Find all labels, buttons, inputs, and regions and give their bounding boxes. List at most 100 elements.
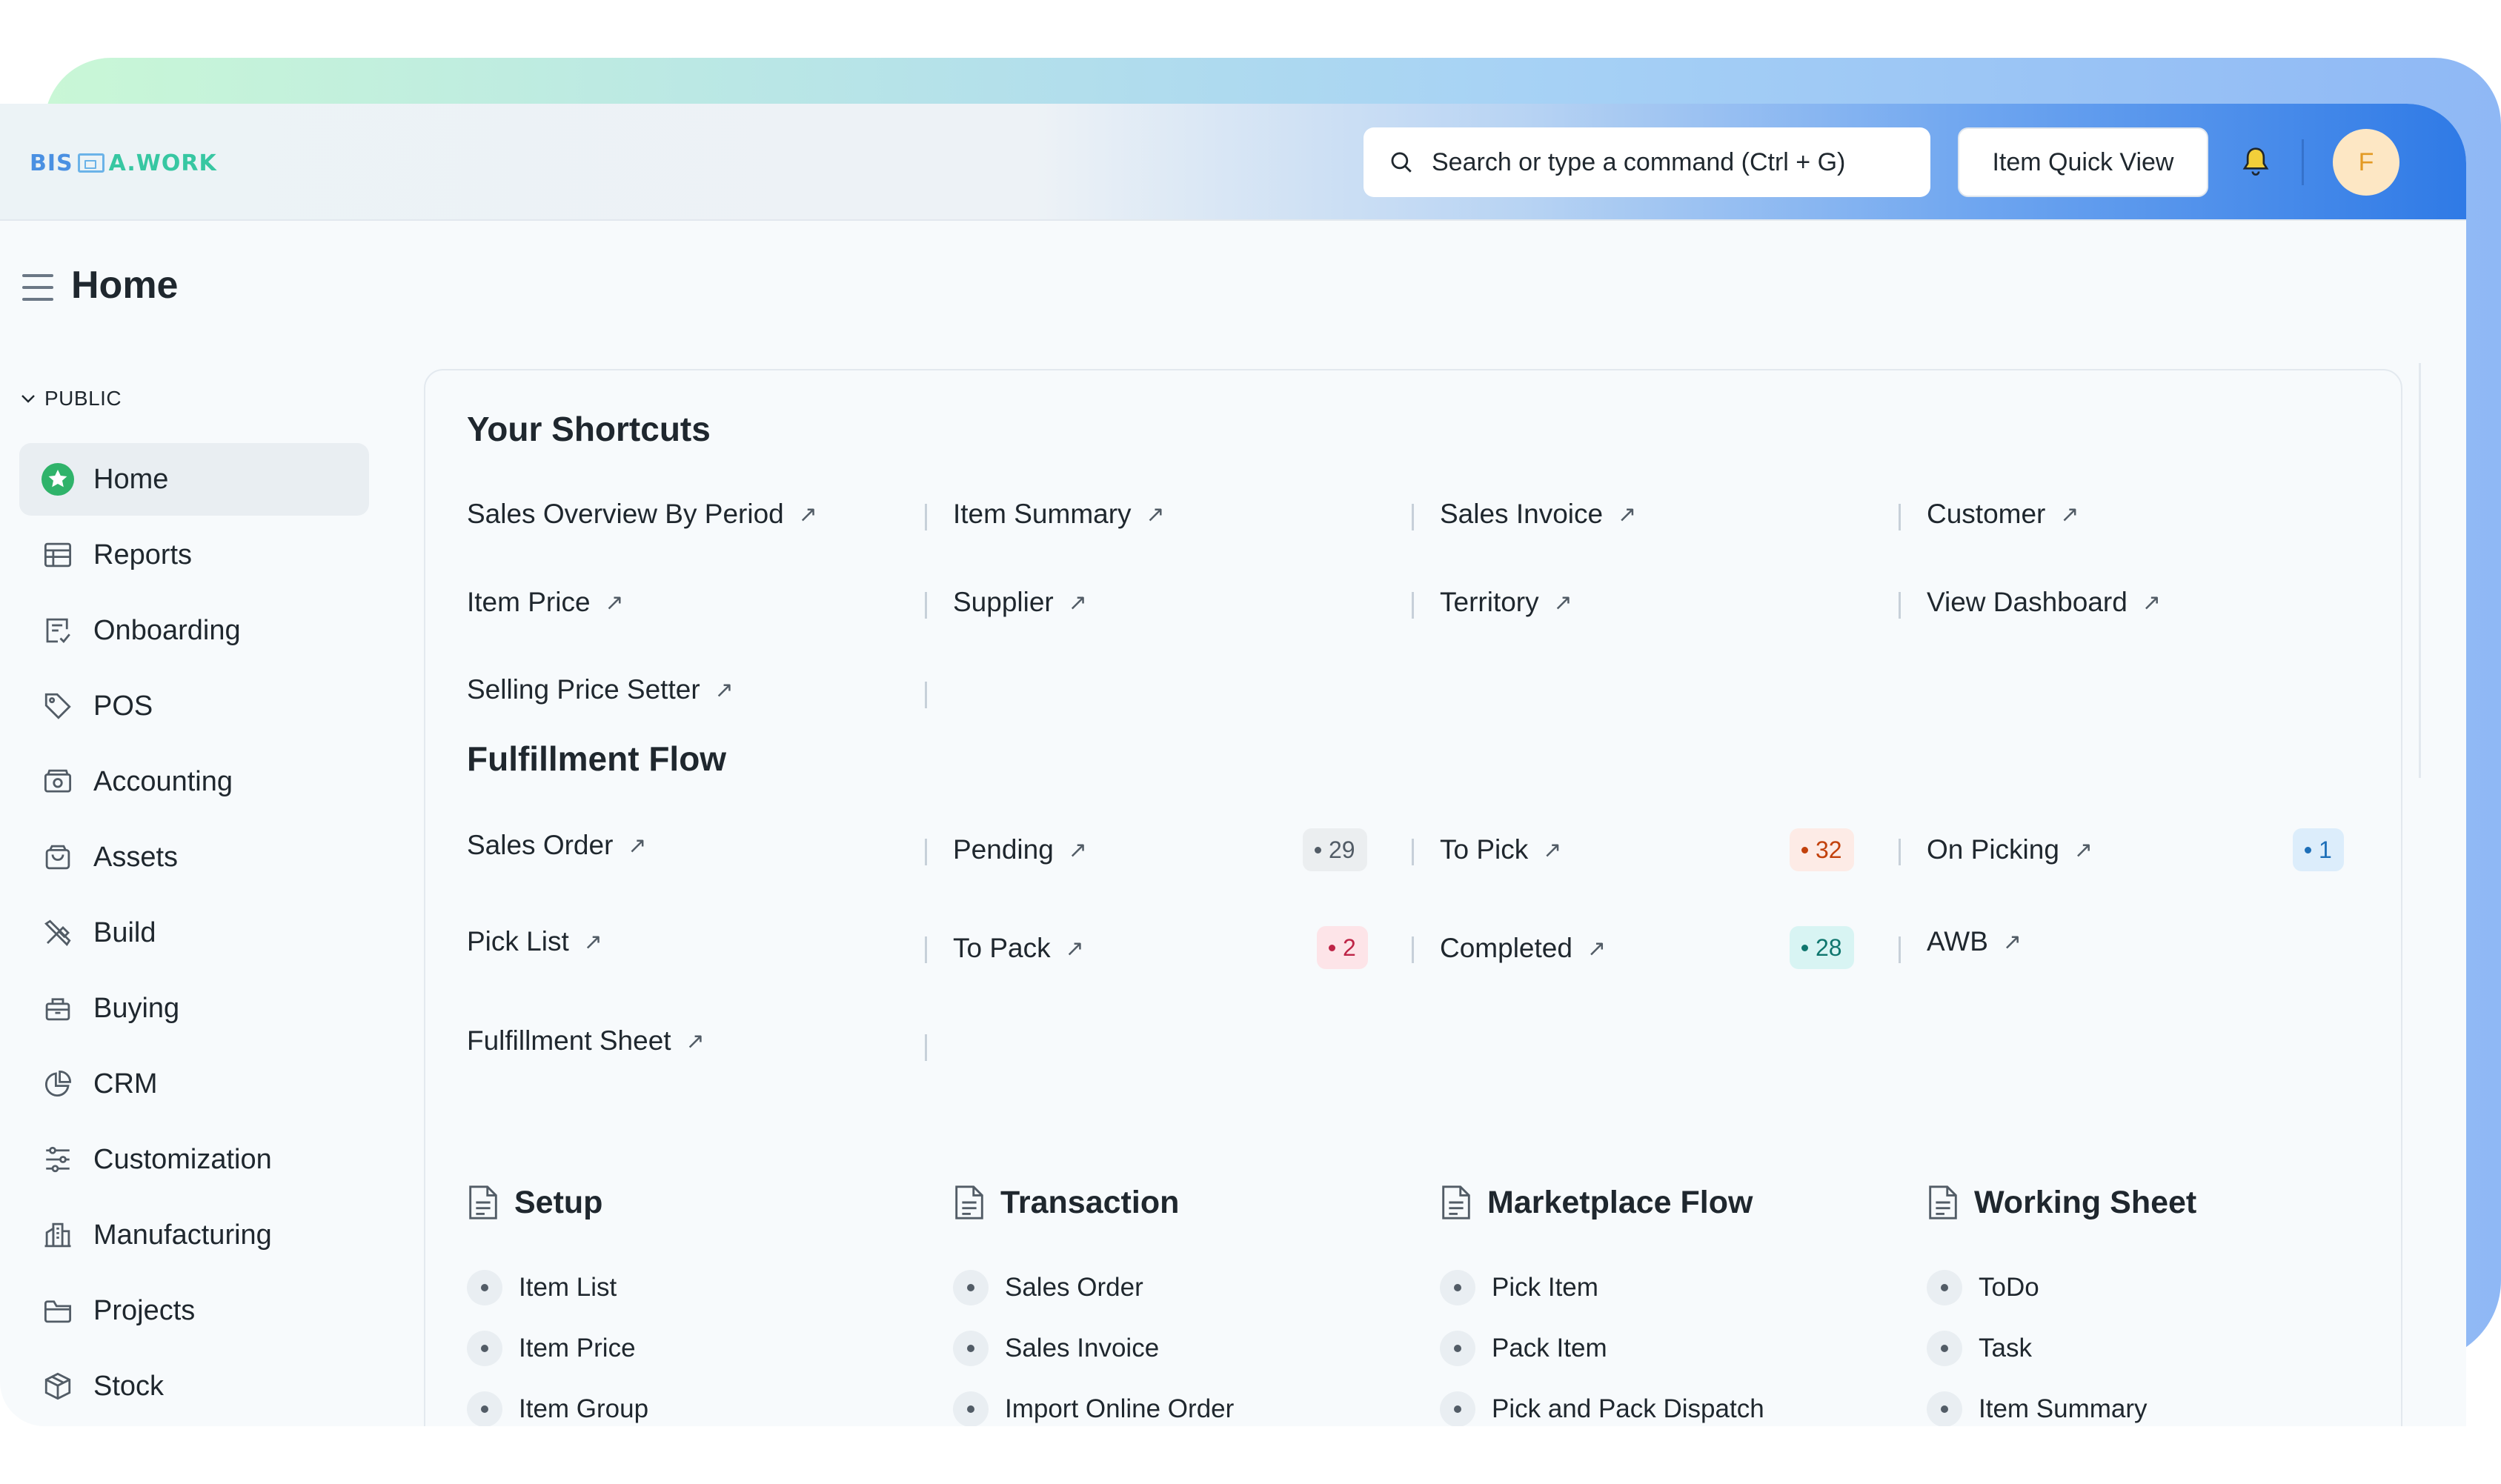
- fulfillment-pick-list[interactable]: Pick List ↗: [467, 926, 602, 957]
- app-logo[interactable]: BIS A.WORK: [30, 150, 217, 176]
- bullet-icon: [467, 1331, 502, 1366]
- card-title-label: Setup: [514, 1184, 603, 1220]
- sidebar-item-customization[interactable]: Customization: [19, 1123, 369, 1196]
- sidebar-item-accounting[interactable]: Accounting: [19, 745, 369, 818]
- shortcut-label: Selling Price Setter: [467, 674, 700, 705]
- fulfillment-sales-order[interactable]: Sales Order ↗: [467, 830, 647, 861]
- bullet-icon: [1440, 1331, 1475, 1366]
- link-task[interactable]: Task: [1927, 1331, 2032, 1366]
- scrollbar-track[interactable]: [2419, 363, 2421, 778]
- document-icon: [1929, 1185, 1957, 1220]
- link-sales-invoice[interactable]: Sales Invoice: [953, 1331, 1159, 1366]
- column-divider: [925, 1034, 927, 1061]
- link-pick-item[interactable]: Pick Item: [1440, 1270, 1598, 1305]
- arrow-up-right-icon: ↗: [2073, 837, 2093, 862]
- logo-text-part1: BIS: [30, 150, 73, 176]
- link-todo[interactable]: ToDo: [1927, 1270, 2039, 1305]
- fulfillment-completed[interactable]: Completed ↗: [1440, 933, 1606, 964]
- shortcut-item-summary[interactable]: Item Summary ↗: [953, 499, 1165, 530]
- card-transaction-title[interactable]: Transaction: [953, 1184, 1179, 1221]
- link-item-group[interactable]: Item Group: [467, 1391, 648, 1426]
- sidebar-toggle-icon[interactable]: [22, 274, 53, 301]
- notification-bell-icon[interactable]: [2238, 144, 2274, 181]
- arrow-up-right-icon: ↗: [1553, 590, 1572, 615]
- arrow-up-right-icon: ↗: [798, 502, 817, 527]
- link-import-online-order[interactable]: Import Online Order: [953, 1391, 1234, 1426]
- fulfillment-on-picking[interactable]: On Picking ↗: [1927, 834, 2093, 865]
- sidebar-section-public[interactable]: PUBLIC: [21, 387, 122, 410]
- avatar[interactable]: F: [2333, 129, 2399, 196]
- money-icon: [40, 764, 76, 799]
- sidebar-item-stock[interactable]: Stock: [19, 1350, 369, 1423]
- arrow-up-right-icon: ↗: [2060, 502, 2079, 527]
- column-divider: [925, 936, 927, 963]
- shortcut-item-price[interactable]: Item Price ↗: [467, 587, 624, 618]
- shortcut-label: Fulfillment Sheet: [467, 1025, 671, 1056]
- shortcut-sales-invoice[interactable]: Sales Invoice ↗: [1440, 499, 1636, 530]
- sidebar-item-projects[interactable]: Projects: [19, 1274, 369, 1347]
- link-item-price[interactable]: Item Price: [467, 1331, 636, 1366]
- link-label: Task: [1979, 1334, 2032, 1362]
- card-setup-title[interactable]: Setup: [467, 1184, 602, 1221]
- column-divider: [925, 592, 927, 619]
- sidebar-item-reports[interactable]: Reports: [19, 519, 369, 591]
- shortcut-selling-price-setter[interactable]: Selling Price Setter ↗: [467, 674, 734, 705]
- sidebar-item-label: Assets: [93, 841, 179, 873]
- badge-count: 28: [1816, 934, 1842, 961]
- sidebar-item-manufacturing[interactable]: Manufacturing: [19, 1199, 369, 1271]
- fulfillment-sheet[interactable]: Fulfillment Sheet ↗: [467, 1025, 705, 1057]
- sidebar-item-label: Buying: [93, 992, 180, 1024]
- card-title-label: Transaction: [1000, 1184, 1180, 1220]
- to-pick-count-badge: 32: [1790, 828, 1854, 871]
- navbar-divider: [2302, 139, 2304, 185]
- on-picking-count-badge: 1: [2293, 828, 2344, 871]
- fulfillment-pending[interactable]: Pending ↗: [953, 834, 1087, 865]
- search-icon: [1391, 152, 1412, 173]
- link-label: Item Price: [519, 1334, 636, 1362]
- link-pick-and-pack-dispatch[interactable]: Pick and Pack Dispatch: [1440, 1391, 1764, 1426]
- arrow-up-right-icon: ↗: [2142, 590, 2161, 615]
- link-item-list[interactable]: Item List: [467, 1270, 617, 1305]
- card-marketplace-flow-title[interactable]: Marketplace Flow: [1440, 1184, 1753, 1221]
- card-working-sheet-title[interactable]: Working Sheet: [1927, 1184, 2196, 1221]
- arrow-up-right-icon: ↗: [1065, 936, 1084, 961]
- column-divider: [1899, 839, 1901, 865]
- sidebar-item-label: Onboarding: [93, 614, 241, 646]
- sliders-icon: [40, 1142, 76, 1177]
- link-pack-item[interactable]: Pack Item: [1440, 1331, 1607, 1366]
- bullet-icon: [467, 1270, 502, 1305]
- fulfillment-to-pick[interactable]: To Pick ↗: [1440, 834, 1561, 865]
- box-icon: [40, 1368, 76, 1404]
- item-quick-view-button[interactable]: Item Quick View: [1958, 127, 2208, 197]
- bullet-icon: [953, 1331, 989, 1366]
- sidebar-item-assets[interactable]: Assets: [19, 821, 369, 894]
- shortcut-customer[interactable]: Customer ↗: [1927, 499, 2079, 530]
- badge-count: 1: [2319, 836, 2332, 863]
- sidebar-item-pos[interactable]: POS: [19, 670, 369, 742]
- column-divider: [925, 504, 927, 530]
- link-item-summary[interactable]: Item Summary: [1927, 1391, 2148, 1426]
- shortcut-label: Sales Overview By Period: [467, 499, 784, 529]
- shortcut-territory[interactable]: Territory ↗: [1440, 587, 1572, 618]
- sidebar-item-build[interactable]: Build: [19, 896, 369, 969]
- bullet-icon: [1440, 1391, 1475, 1426]
- fulfillment-awb[interactable]: AWB ↗: [1927, 926, 2022, 957]
- shortcut-sales-overview[interactable]: Sales Overview By Period ↗: [467, 499, 817, 530]
- sidebar-item-buying[interactable]: Buying: [19, 972, 369, 1045]
- document-icon: [955, 1185, 983, 1220]
- sidebar-item-onboarding[interactable]: Onboarding: [19, 594, 369, 667]
- home-star-icon: [40, 462, 76, 497]
- arrow-up-right-icon: ↗: [605, 590, 624, 615]
- fulfillment-title: Fulfillment Flow: [467, 739, 727, 778]
- link-label: Pack Item: [1492, 1334, 1607, 1362]
- link-sales-order[interactable]: Sales Order: [953, 1270, 1143, 1305]
- shortcut-view-dashboard[interactable]: View Dashboard ↗: [1927, 587, 2161, 618]
- navbar: BIS A.WORK Search or type a command (Ctr…: [0, 104, 2466, 221]
- shortcut-supplier[interactable]: Supplier ↗: [953, 587, 1087, 618]
- search-input[interactable]: Search or type a command (Ctrl + G): [1364, 127, 1930, 197]
- fulfillment-to-pack[interactable]: To Pack ↗: [953, 933, 1084, 964]
- sidebar-item-label: Build: [93, 916, 156, 948]
- sidebar-item-home[interactable]: Home: [19, 443, 369, 516]
- column-divider: [925, 839, 927, 865]
- sidebar-item-crm[interactable]: CRM: [19, 1048, 369, 1120]
